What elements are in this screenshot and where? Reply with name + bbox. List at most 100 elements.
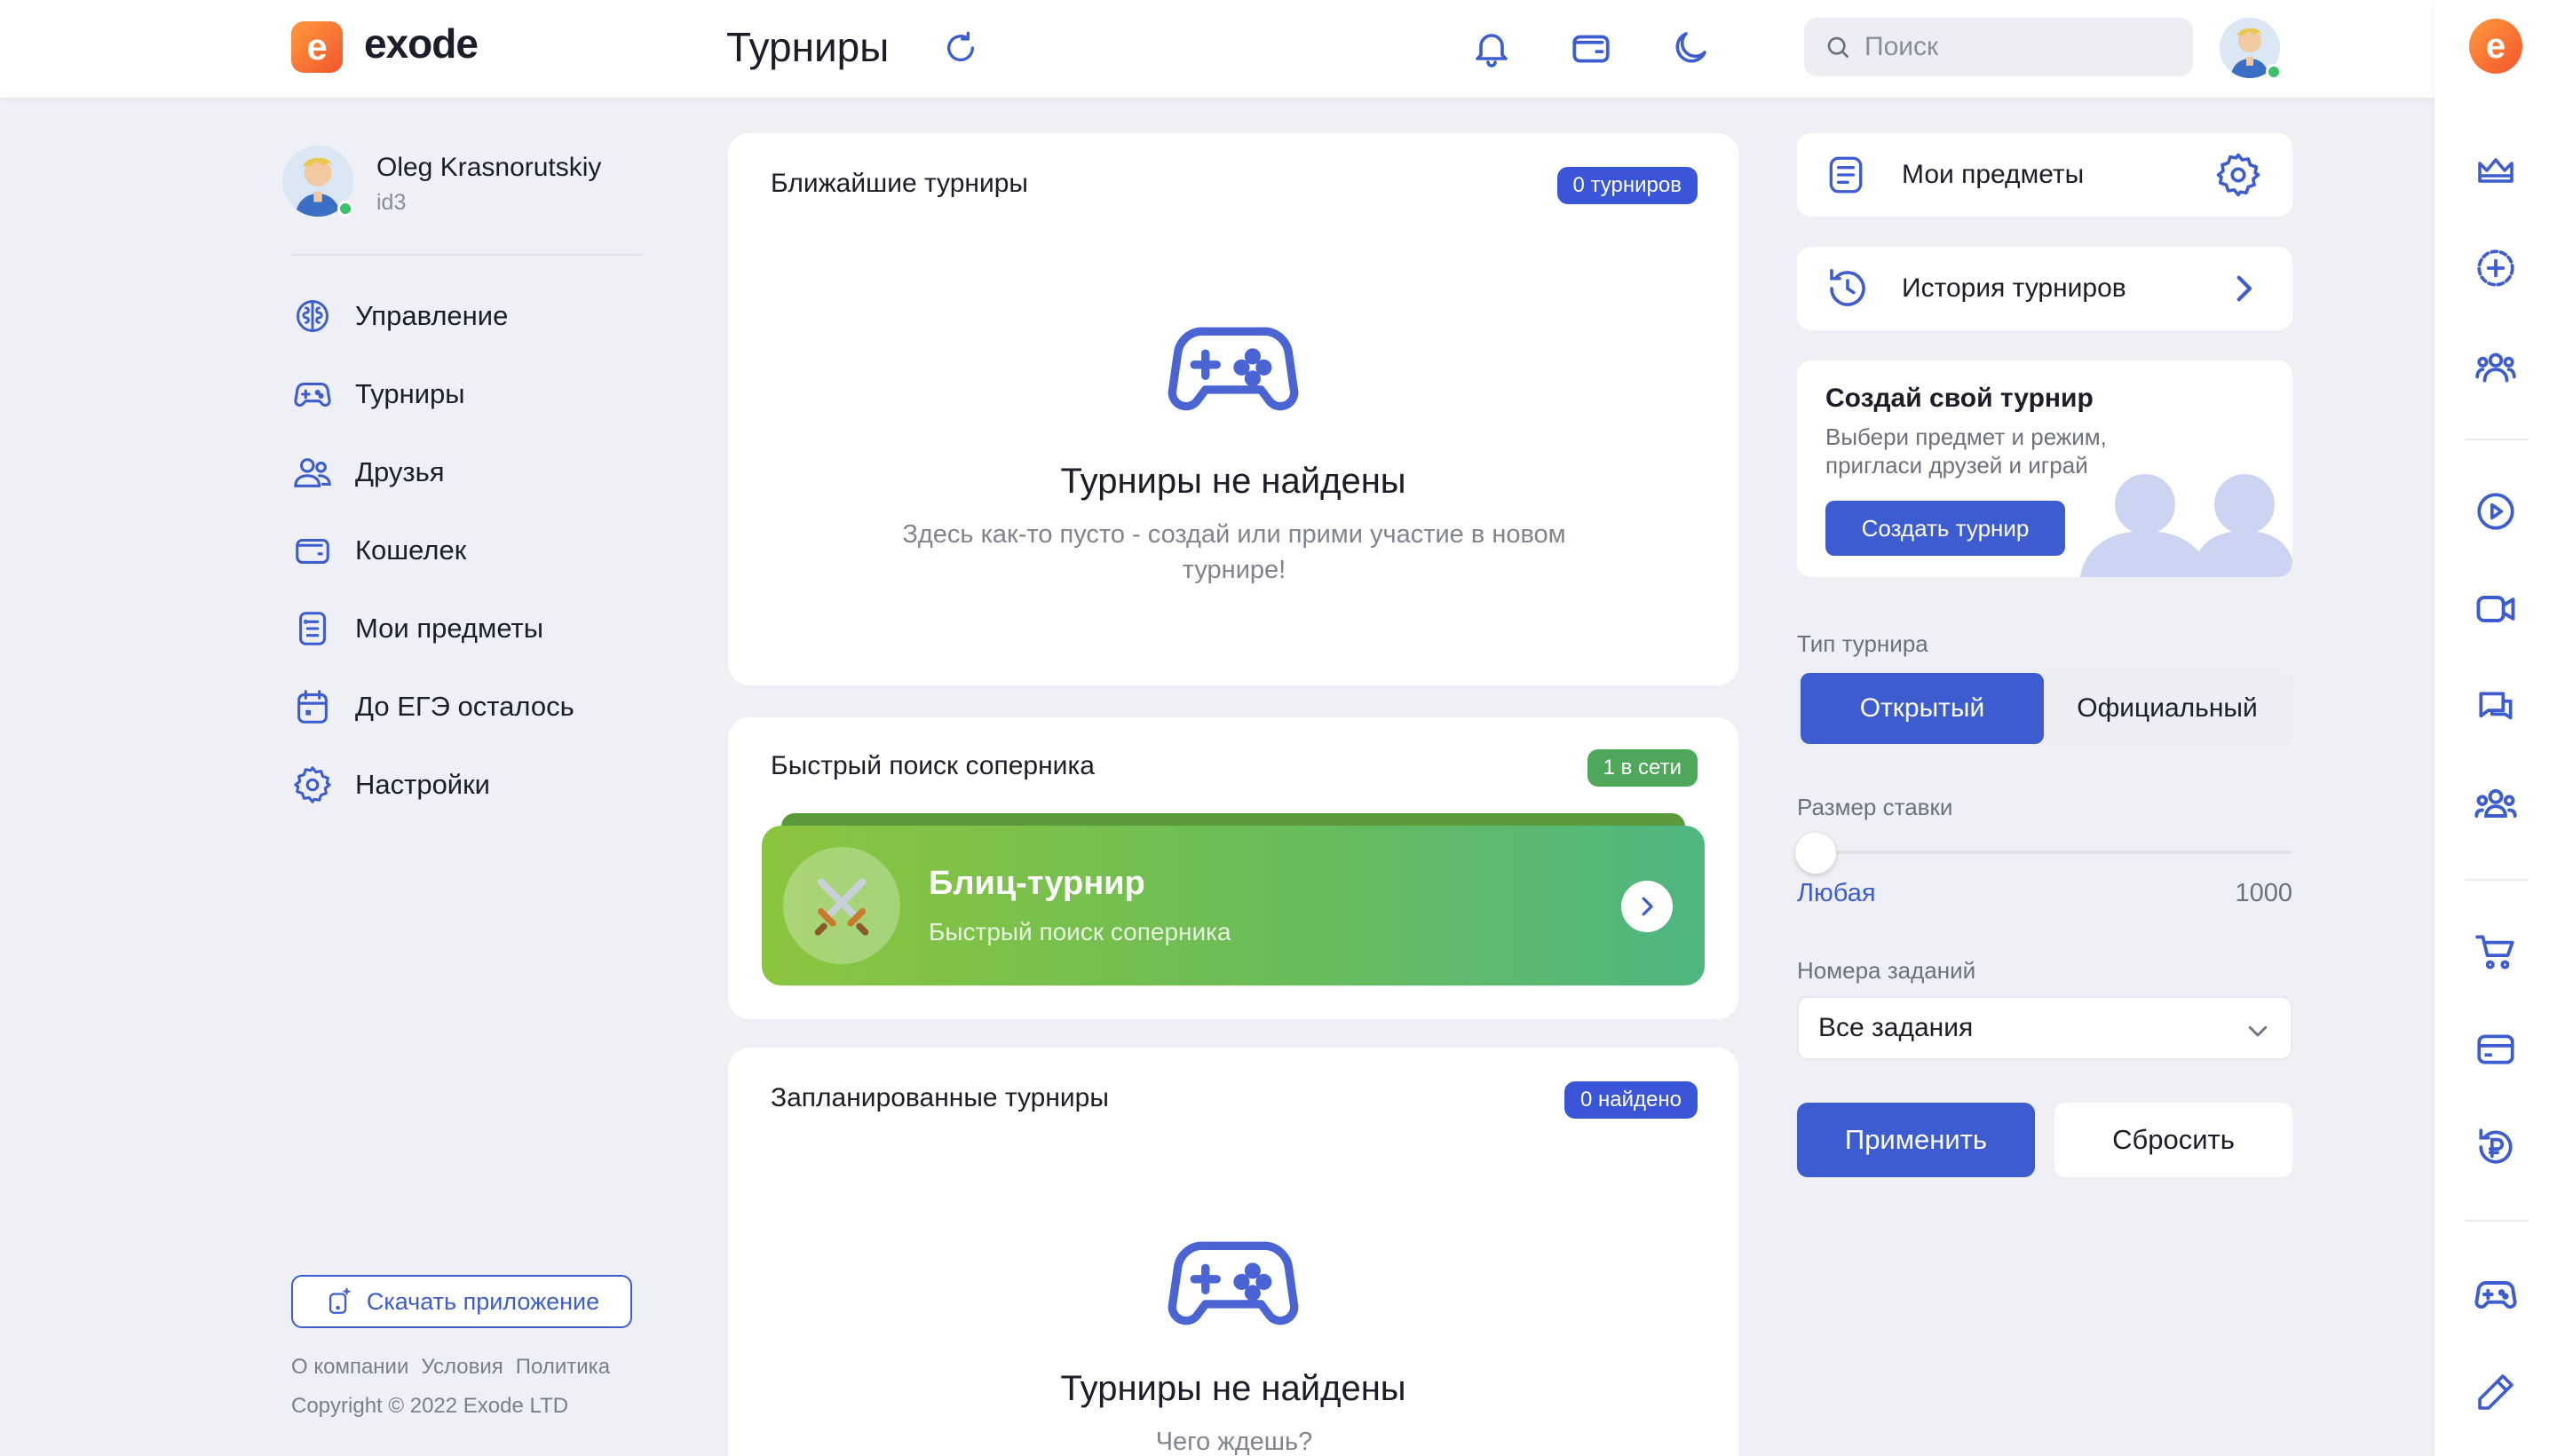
stake-slider-thumb[interactable] <box>1795 833 1836 874</box>
search-icon <box>1824 33 1852 61</box>
reset-button[interactable]: Сбросить <box>2054 1103 2292 1177</box>
online-count-badge: 1 в сети <box>1587 749 1698 787</box>
create-tournament-subtitle: Выбери предмет и режим, пригласи друзей … <box>1825 423 2107 479</box>
stake-min-label: Любая <box>1797 879 1876 907</box>
task-numbers-value: Все задания <box>1818 1013 1974 1042</box>
sidebar-item-label: До ЕГЭ осталось <box>355 691 574 722</box>
crown-icon[interactable] <box>2469 144 2522 197</box>
tournament-history-card[interactable]: История турниров <box>1797 247 2292 330</box>
task-numbers-select[interactable]: Все задания <box>1797 996 2292 1060</box>
chat-icon[interactable] <box>2469 680 2522 733</box>
task-numbers-label: Номера заданий <box>1797 957 1976 984</box>
logo-letter: e <box>306 26 328 67</box>
top-header: e exode Турниры <box>0 0 2434 98</box>
history-label: История турниров <box>1902 273 2126 303</box>
footer-link-terms[interactable]: Условия <box>421 1355 503 1380</box>
gamepad-icon <box>1167 321 1300 419</box>
ruble-refund-icon[interactable] <box>2469 1120 2522 1174</box>
wallet-icon <box>291 529 334 572</box>
stake-slider-track[interactable] <box>1815 851 2292 854</box>
sidebar-item-my-items[interactable]: Мои предметы <box>291 604 629 653</box>
tournaments-count-badge: 0 турниров <box>1556 167 1698 204</box>
sidebar-item-management[interactable]: Управление <box>291 291 629 341</box>
empty-state-title: Турниры не найдены <box>1060 462 1406 501</box>
sidebar-item-tournaments[interactable]: Турниры <box>291 369 629 419</box>
search-box[interactable] <box>1804 18 2193 76</box>
type-option-open[interactable]: Открытый <box>1801 673 2044 744</box>
empty-state-subtitle: Здесь как-то пусто - создай или прими уч… <box>902 520 1566 584</box>
exode-rail-logo[interactable]: e <box>2469 19 2522 74</box>
add-circle-icon[interactable] <box>2469 241 2522 295</box>
copyright: Copyright © 2022 Exode LTD <box>291 1394 569 1418</box>
gear-icon <box>291 764 334 806</box>
create-tournament-title: Создай свой турнир <box>1825 384 2094 413</box>
user-name[interactable]: Oleg Krasnorutskiy <box>376 153 601 183</box>
footer-link-policy[interactable]: Политика <box>516 1355 610 1380</box>
sidebar-item-exam-countdown[interactable]: До ЕГЭ осталось <box>291 682 629 732</box>
found-count-badge: 0 найдено <box>1564 1081 1698 1119</box>
crossed-swords-icon <box>783 847 900 964</box>
community-icon[interactable] <box>2469 339 2522 392</box>
pencil-icon[interactable] <box>2469 1365 2522 1419</box>
chevron-right-icon[interactable] <box>1621 881 1673 932</box>
history-icon <box>1824 265 1872 313</box>
my-items-card[interactable]: Мои предметы <box>1797 133 2292 217</box>
empty-state-subtitle: Чего ждешь? <box>1155 1428 1313 1456</box>
card-title: Запланированные турниры <box>771 1083 1109 1112</box>
blitz-tournament-card[interactable]: Блиц-турнир Быстрый поиск соперника <box>762 826 1705 985</box>
moon-icon[interactable] <box>1664 21 1717 75</box>
exode-logo[interactable]: e <box>291 21 343 73</box>
chevron-right-icon <box>2225 270 2262 307</box>
stake-max-label: 1000 <box>2235 879 2292 907</box>
sidebar-item-label: Управление <box>355 300 509 331</box>
card-icon[interactable] <box>2469 1023 2522 1076</box>
sidebar-item-label: Настройки <box>355 769 491 800</box>
rail-separator <box>2465 439 2529 440</box>
blitz-title: Блиц-турнир <box>929 865 1145 902</box>
search-input[interactable] <box>1864 32 2184 62</box>
download-app-label: Скачать приложение <box>366 1287 600 1315</box>
sidebar-item-wallet[interactable]: Кошелек <box>291 526 629 575</box>
footer-link-about[interactable]: О компании <box>291 1355 408 1380</box>
bell-icon[interactable] <box>1465 21 1518 75</box>
rail-logo-badge: e <box>2469 19 2522 74</box>
right-rail: e <box>2434 0 2557 1456</box>
wallet-icon[interactable] <box>1564 21 1618 75</box>
gear-icon[interactable] <box>2214 151 2262 199</box>
sidebar-item-friends[interactable]: Друзья <box>291 447 629 497</box>
sidebar-item-settings[interactable]: Настройки <box>291 760 629 810</box>
sidebar-item-label: Мои предметы <box>355 613 544 644</box>
play-icon[interactable] <box>2469 485 2522 538</box>
card-title: Быстрый поиск соперника <box>771 751 1095 780</box>
friends-icon <box>291 451 334 494</box>
list-icon <box>291 607 334 650</box>
apply-button[interactable]: Применить <box>1797 1103 2035 1177</box>
stake-size-label: Размер ставки <box>1797 794 1953 820</box>
page-title: Турниры <box>726 24 890 70</box>
calendar-icon <box>291 685 334 728</box>
refresh-icon[interactable] <box>934 21 987 75</box>
sidebar-item-label: Кошелек <box>355 534 467 566</box>
quick-search-card: Быстрый поиск соперника 1 в сети Блиц-ту… <box>728 717 1738 1019</box>
blitz-subtitle: Быстрый поиск соперника <box>929 918 1231 946</box>
chevron-down-icon <box>2244 1017 2271 1044</box>
list-icon <box>1824 153 1868 197</box>
logo-text[interactable]: exode <box>364 20 479 67</box>
gamepad-icon[interactable] <box>2469 1268 2522 1321</box>
gamepad-icon <box>1167 1236 1300 1333</box>
sidebar-divider <box>291 254 643 256</box>
tournament-type-toggle: Открытый Официальный <box>1797 669 2292 748</box>
create-tournament-button[interactable]: Создать турнир <box>1825 501 2065 556</box>
sidebar-item-label: Турниры <box>355 378 465 409</box>
cart-icon[interactable] <box>2469 925 2522 978</box>
app-sparkle-icon <box>324 1286 354 1317</box>
header-online-dot <box>2266 64 2282 80</box>
download-app-button[interactable]: Скачать приложение <box>291 1275 632 1328</box>
user-online-dot <box>337 201 353 217</box>
footer-links: О компании Условия Политика <box>291 1355 610 1380</box>
video-icon[interactable] <box>2469 582 2522 636</box>
group-icon[interactable] <box>2469 778 2522 831</box>
type-option-official[interactable]: Официальный <box>2046 673 2289 744</box>
upcoming-tournaments-card: Ближайшие турниры 0 турниров Турниры не … <box>728 133 1738 685</box>
scheduled-tournaments-card: Запланированные турниры 0 найдено Турнир… <box>728 1048 1738 1456</box>
